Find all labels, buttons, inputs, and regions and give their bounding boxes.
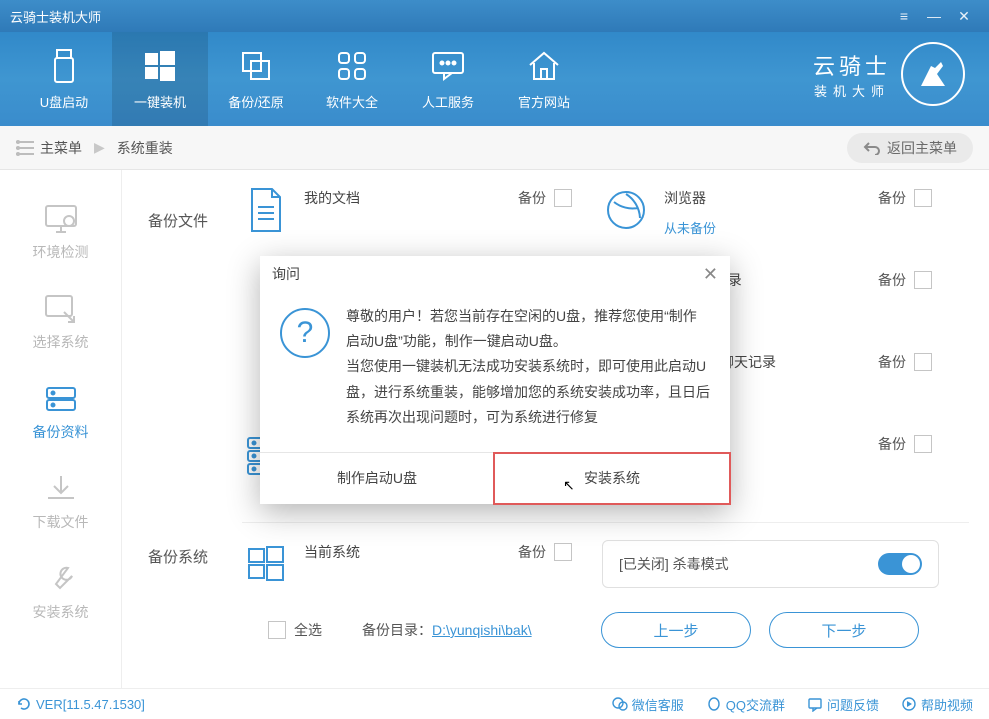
- refresh-icon: [16, 696, 32, 712]
- chevron-right-icon: ▶: [94, 139, 105, 156]
- nav-label: 人工服务: [422, 92, 474, 111]
- checkbox-ww[interactable]: [914, 353, 932, 371]
- chat-icon: [430, 48, 466, 84]
- breadcrumb-root[interactable]: 主菜单: [16, 138, 82, 158]
- item-docs: 我的文档 备份: [242, 186, 602, 234]
- dialog-header: 询问 ✕: [260, 256, 730, 292]
- backup-dir-link[interactable]: D:\yunqishi\bak\: [432, 622, 532, 638]
- nav-website[interactable]: 官方网站: [496, 32, 592, 126]
- version[interactable]: VER[11.5.47.1530]: [16, 696, 145, 712]
- backup-dir: 备份目录：D:\yunqishi\bak\: [362, 620, 532, 640]
- install-system-button[interactable]: 安装系统: [493, 452, 731, 505]
- checkbox-cursys[interactable]: [554, 543, 572, 561]
- help-video-icon: [901, 696, 917, 712]
- question-icon: ?: [280, 308, 330, 358]
- footer-help[interactable]: 帮助视频: [901, 695, 973, 714]
- sidebar-item-env[interactable]: 环境检测: [0, 188, 121, 278]
- brand: 云骑士 装机大师: [813, 42, 965, 106]
- monitor-gear-icon: [44, 204, 78, 234]
- sidebar: 环境检测 选择系统 备份资料 下载文件 安装系统: [0, 170, 122, 688]
- checkbox-browser[interactable]: [914, 189, 932, 207]
- close-icon[interactable]: ✕: [949, 8, 979, 25]
- top-nav: U盘启动 一键装机 备份/还原 软件大全 人工服务 官方网站 云骑士 装机大师: [0, 32, 989, 126]
- select-all[interactable]: 全选: [268, 620, 322, 640]
- windows-icon: [142, 48, 178, 84]
- nav-backup[interactable]: 备份/还原: [208, 32, 304, 126]
- app-title: 云骑士装机大师: [10, 7, 101, 26]
- knight-emblem-icon: [901, 42, 965, 106]
- antivirus-panel: [已关闭] 杀毒模式: [602, 540, 939, 588]
- minimize-icon[interactable]: —: [919, 8, 949, 24]
- apps-icon: [334, 48, 370, 84]
- document-icon: [242, 186, 290, 234]
- breadcrumb-page: 系统重装: [117, 138, 173, 158]
- sidebar-item-install[interactable]: 安装系统: [0, 548, 121, 638]
- brand-subtitle: 装机大师: [813, 81, 891, 100]
- footer-wechat[interactable]: 微信客服: [612, 695, 684, 714]
- sidebar-item-download[interactable]: 下载文件: [0, 458, 121, 548]
- titlebar: 云骑士装机大师 ≡ — ✕: [0, 0, 989, 32]
- brand-title: 云骑士: [813, 49, 891, 81]
- nav-label: 备份/还原: [228, 92, 284, 111]
- nav-label: U盘启动: [40, 92, 88, 111]
- windows-tiles-icon: [242, 540, 290, 588]
- make-usb-button[interactable]: 制作启动U盘: [260, 453, 494, 504]
- checkbox-docs[interactable]: [554, 189, 572, 207]
- feedback-icon: [807, 696, 823, 712]
- nav-support[interactable]: 人工服务: [400, 32, 496, 126]
- sidebar-item-backup[interactable]: 备份资料: [0, 368, 121, 458]
- sidebar-item-select[interactable]: 选择系统: [0, 278, 121, 368]
- footer-qq[interactable]: QQ交流群: [706, 695, 785, 714]
- dialog-text: 尊敬的用户！若您当前存在空闲的U盘，推荐您使用“制作启动U盘”功能，制作一键启动…: [346, 304, 710, 430]
- wrench-icon: [44, 564, 78, 594]
- checkbox-hw[interactable]: [914, 435, 932, 453]
- return-main-button[interactable]: 返回主菜单: [847, 133, 973, 163]
- prev-button[interactable]: 上一步: [601, 612, 751, 648]
- select-icon: [44, 294, 78, 324]
- drive-icon: [44, 384, 78, 414]
- nav-label: 官方网站: [518, 92, 570, 111]
- dialog: 询问 ✕ ? 尊敬的用户！若您当前存在空闲的U盘，推荐您使用“制作启动U盘”功能…: [260, 256, 730, 504]
- antivirus-toggle[interactable]: [878, 553, 922, 575]
- browser-icon: [602, 186, 650, 234]
- dialog-title: 询问: [272, 264, 300, 284]
- menu-icon[interactable]: ≡: [889, 8, 919, 24]
- nav-label: 软件大全: [326, 92, 378, 111]
- dialog-close-icon[interactable]: ✕: [703, 264, 718, 285]
- item-browser: 浏览器从未备份 备份: [602, 186, 962, 237]
- undo-icon: [863, 141, 881, 155]
- next-button[interactable]: 下一步: [769, 612, 919, 648]
- nav-usb[interactable]: U盘启动: [16, 32, 112, 126]
- usb-icon: [46, 48, 82, 84]
- section-files-label: 备份文件: [148, 210, 208, 231]
- checkbox-qq[interactable]: [914, 271, 932, 289]
- section-system-label: 备份系统: [148, 546, 208, 567]
- breadcrumb: 主菜单 ▶ 系统重装 返回主菜单: [0, 126, 989, 170]
- footer-feedback[interactable]: 问题反馈: [807, 695, 879, 714]
- nav-software[interactable]: 软件大全: [304, 32, 400, 126]
- footer: VER[11.5.47.1530] 微信客服 QQ交流群 问题反馈 帮助视频: [0, 688, 989, 719]
- item-cursys: 当前系统 备份: [242, 540, 602, 588]
- qq-icon: [706, 696, 722, 712]
- antivirus-label: [已关闭] 杀毒模式: [619, 554, 729, 574]
- nav-label: 一键装机: [134, 92, 186, 111]
- wechat-icon: [612, 696, 628, 712]
- bottom-controls: 全选 备份目录：D:\yunqishi\bak\ 上一步 下一步: [148, 604, 969, 648]
- nav-oneclick[interactable]: 一键装机: [112, 32, 208, 126]
- checkbox-selectall[interactable]: [268, 621, 286, 639]
- download-icon: [44, 474, 78, 504]
- copy-icon: [238, 48, 274, 84]
- home-icon: [526, 48, 562, 84]
- list-icon: [16, 141, 34, 155]
